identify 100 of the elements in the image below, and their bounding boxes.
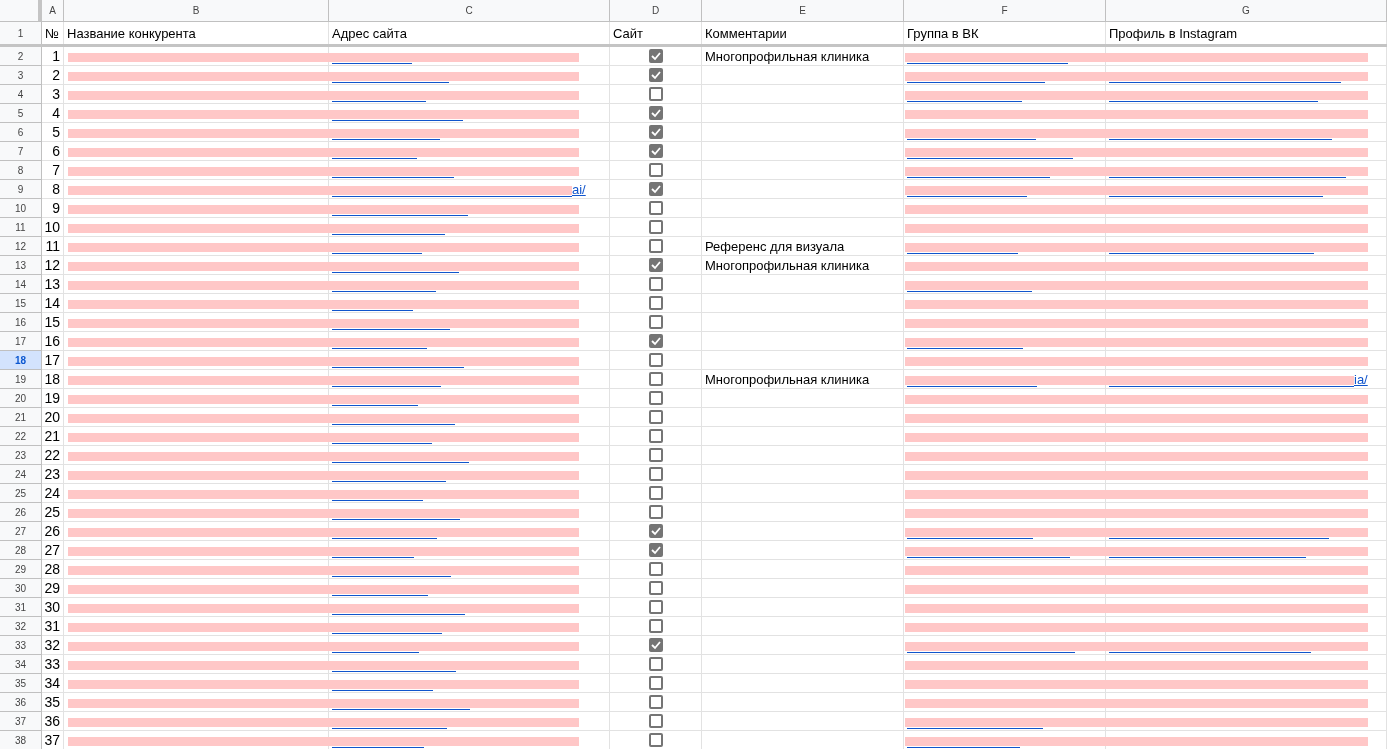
redacted-link[interactable]: [1109, 538, 1329, 539]
redacted-link[interactable]: [332, 614, 465, 615]
row-header[interactable]: 25: [0, 484, 42, 503]
redacted-link[interactable]: [332, 500, 423, 501]
redacted-link[interactable]: [907, 728, 1043, 729]
checkbox[interactable]: [648, 429, 663, 443]
redacted-link[interactable]: [907, 139, 1036, 140]
column-header[interactable]: E: [702, 0, 904, 22]
row-header[interactable]: 1: [0, 22, 42, 44]
link-text[interactable]: ai/: [572, 183, 586, 197]
checkbox[interactable]: [648, 467, 663, 481]
redacted-link[interactable]: [332, 367, 464, 368]
row-header[interactable]: 35: [0, 674, 42, 693]
checkbox[interactable]: [648, 296, 663, 310]
redacted-link[interactable]: [332, 462, 469, 463]
redacted-link[interactable]: [1109, 139, 1332, 140]
redacted-link[interactable]: [907, 82, 1045, 83]
redacted-link[interactable]: [332, 386, 441, 387]
checkbox[interactable]: [648, 600, 663, 614]
redacted-link[interactable]: [1109, 101, 1318, 102]
checkbox[interactable]: [648, 562, 663, 576]
redacted-link[interactable]: [907, 177, 1050, 178]
checkbox[interactable]: [648, 372, 663, 386]
row-header[interactable]: 23: [0, 446, 42, 465]
row-header[interactable]: 7: [0, 142, 42, 161]
redacted-link[interactable]: [332, 272, 459, 273]
checkbox[interactable]: [648, 676, 663, 690]
redacted-link[interactable]: [907, 538, 1033, 539]
redacted-link[interactable]: [332, 424, 455, 425]
checkbox[interactable]: [648, 106, 663, 120]
redacted-link[interactable]: [907, 196, 1027, 197]
redacted-link[interactable]: [332, 196, 572, 197]
checkbox[interactable]: [648, 163, 663, 177]
redacted-link[interactable]: [1109, 386, 1354, 387]
row-header[interactable]: 32: [0, 617, 42, 636]
row-header[interactable]: 34: [0, 655, 42, 674]
row-header[interactable]: 11: [0, 218, 42, 237]
checkbox[interactable]: [648, 277, 663, 291]
redacted-link[interactable]: [332, 405, 418, 406]
redacted-link[interactable]: [907, 253, 1018, 254]
row-header[interactable]: 18: [0, 351, 42, 370]
redacted-link[interactable]: [332, 101, 426, 102]
select-all-corner[interactable]: [0, 0, 42, 22]
checkbox[interactable]: [648, 201, 663, 215]
row-header[interactable]: 33: [0, 636, 42, 655]
checkbox[interactable]: [648, 144, 663, 158]
checkbox[interactable]: [648, 543, 663, 557]
redacted-link[interactable]: [332, 63, 412, 64]
redacted-link[interactable]: [332, 690, 433, 691]
redacted-link[interactable]: [332, 652, 419, 653]
redacted-link[interactable]: [332, 234, 445, 235]
redacted-link[interactable]: [907, 63, 1068, 64]
checkbox[interactable]: [648, 505, 663, 519]
redacted-link[interactable]: [332, 709, 470, 710]
redacted-link[interactable]: [332, 177, 454, 178]
redacted-link[interactable]: [907, 348, 1023, 349]
row-header[interactable]: 37: [0, 712, 42, 731]
redacted-link[interactable]: [1109, 253, 1314, 254]
row-header[interactable]: 24: [0, 465, 42, 484]
row-header[interactable]: 9: [0, 180, 42, 199]
redacted-link[interactable]: [1109, 177, 1346, 178]
row-header[interactable]: 2: [0, 47, 42, 66]
redacted-link[interactable]: [907, 557, 1070, 558]
row-header[interactable]: 30: [0, 579, 42, 598]
row-header[interactable]: 12: [0, 237, 42, 256]
redacted-link[interactable]: [1109, 82, 1341, 83]
checkbox[interactable]: [648, 486, 663, 500]
checkbox[interactable]: [648, 448, 663, 462]
row-header[interactable]: 14: [0, 275, 42, 294]
row-header[interactable]: 22: [0, 427, 42, 446]
row-header[interactable]: 26: [0, 503, 42, 522]
checkbox[interactable]: [648, 334, 663, 348]
column-header[interactable]: F: [904, 0, 1106, 22]
checkbox[interactable]: [648, 49, 663, 63]
row-header[interactable]: 15: [0, 294, 42, 313]
checkbox[interactable]: [648, 410, 663, 424]
redacted-link[interactable]: [1109, 652, 1311, 653]
row-header[interactable]: 21: [0, 408, 42, 427]
row-header[interactable]: 36: [0, 693, 42, 712]
column-header[interactable]: C: [329, 0, 610, 22]
redacted-link[interactable]: [332, 747, 424, 748]
row-header[interactable]: 8: [0, 161, 42, 180]
redacted-link[interactable]: [907, 652, 1075, 653]
row-header[interactable]: 16: [0, 313, 42, 332]
redacted-link[interactable]: [332, 519, 460, 520]
redacted-link[interactable]: [907, 747, 1020, 748]
row-header[interactable]: 38: [0, 731, 42, 749]
redacted-link[interactable]: [907, 158, 1073, 159]
redacted-link[interactable]: [332, 557, 414, 558]
checkbox[interactable]: [648, 581, 663, 595]
row-header[interactable]: 19: [0, 370, 42, 389]
checkbox[interactable]: [648, 619, 663, 633]
redacted-link[interactable]: [907, 386, 1037, 387]
row-header[interactable]: 27: [0, 522, 42, 541]
redacted-link[interactable]: [332, 728, 447, 729]
redacted-link[interactable]: [332, 139, 440, 140]
checkbox[interactable]: [648, 714, 663, 728]
checkbox[interactable]: [648, 638, 663, 652]
redacted-link[interactable]: [907, 101, 1022, 102]
checkbox[interactable]: [648, 239, 663, 253]
